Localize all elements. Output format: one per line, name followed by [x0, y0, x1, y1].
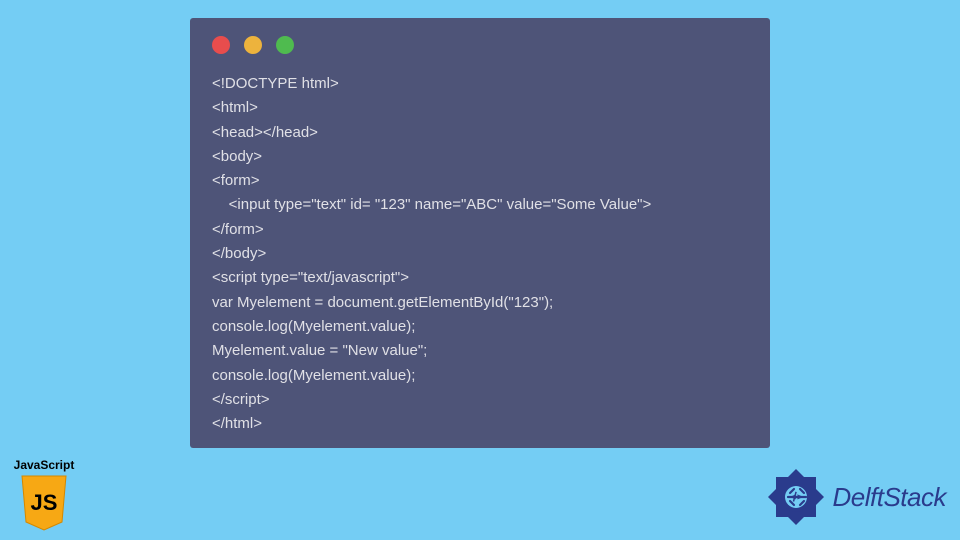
window-dots [212, 36, 748, 54]
minimize-dot-icon [244, 36, 262, 54]
svg-text:>: > [797, 492, 802, 502]
delftstack-text: DelftStack [833, 482, 947, 513]
javascript-badge: JavaScript JS [8, 458, 80, 532]
maximize-dot-icon [276, 36, 294, 54]
code-window: <!DOCTYPE html> <html> <head></head> <bo… [190, 18, 770, 448]
javascript-shield-icon: JS [18, 474, 70, 532]
delftstack-brand: < > DelftStack [765, 466, 947, 528]
js-logo-text: JS [31, 490, 58, 515]
code-block: <!DOCTYPE html> <html> <head></head> <bo… [212, 72, 748, 436]
javascript-label: JavaScript [14, 458, 75, 472]
delftstack-logo-icon: < > [765, 466, 827, 528]
close-dot-icon [212, 36, 230, 54]
